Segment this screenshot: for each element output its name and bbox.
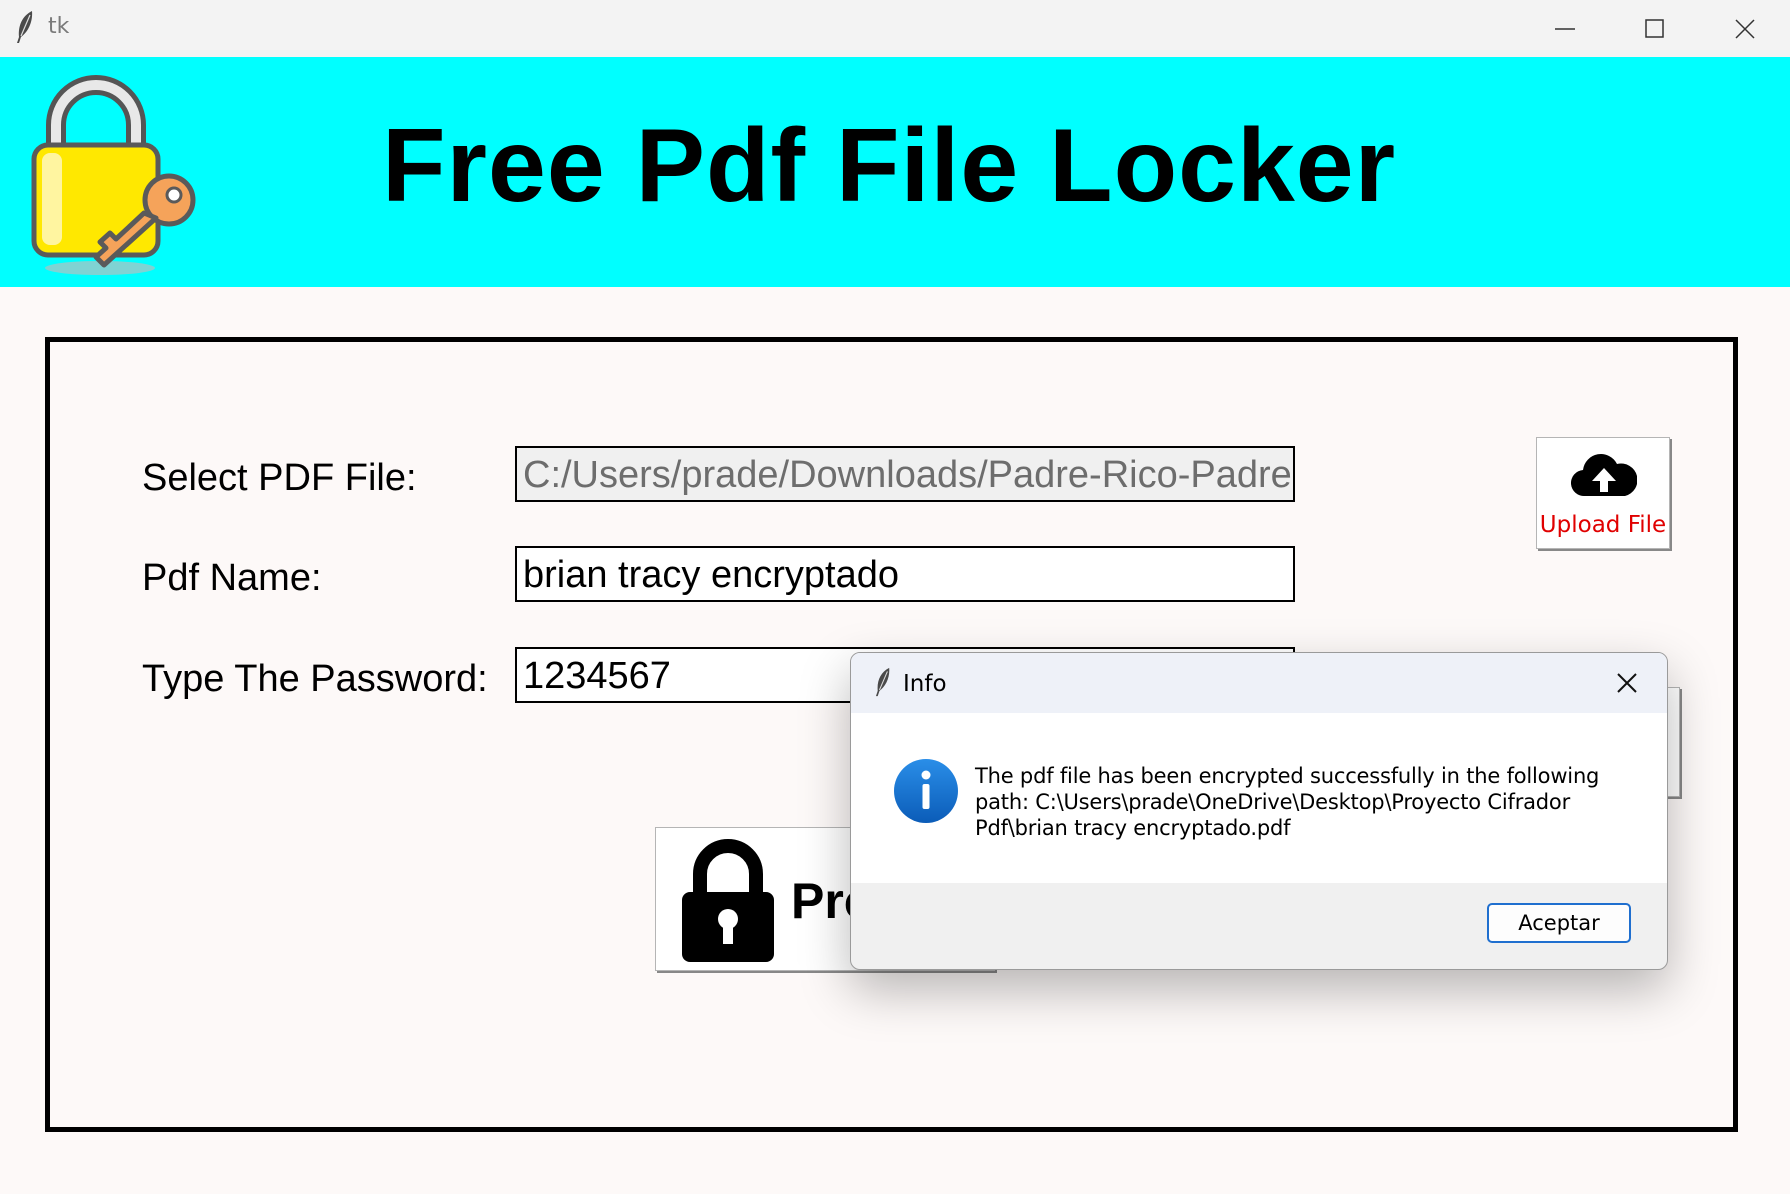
maximize-button[interactable] (1610, 0, 1700, 57)
close-button[interactable] (1700, 0, 1790, 57)
padlock-key-icon (28, 73, 203, 283)
pdf-name-label: Pdf Name: (142, 557, 322, 599)
maximize-icon (1645, 19, 1664, 38)
upload-file-label: Upload File (1539, 512, 1667, 538)
select-file-label: Select PDF File: (142, 457, 417, 499)
app-title: Free Pdf File Locker (382, 108, 1397, 224)
cloud-upload-icon (1571, 454, 1637, 497)
pdf-name-input[interactable]: brian tracy encryptado (515, 546, 1295, 602)
upload-file-button[interactable]: Upload File (1536, 437, 1670, 549)
aceptar-button[interactable]: Aceptar (1487, 903, 1631, 943)
info-dialog: Info The pdf file has been encrypted suc… (850, 652, 1668, 970)
padlock-icon (682, 839, 774, 962)
info-icon (893, 758, 959, 829)
close-icon (1735, 19, 1755, 39)
password-label: Type The Password: (142, 658, 488, 700)
window-titlebar: tk (0, 0, 1790, 58)
dialog-close-button[interactable] (1615, 671, 1639, 700)
feather-icon (14, 10, 36, 49)
dialog-body: The pdf file has been encrypted successf… (851, 713, 1667, 883)
feather-icon (873, 667, 893, 702)
dialog-titlebar: Info (851, 653, 1667, 713)
file-path-field[interactable]: C:/Users/prade/Downloads/Padre-Rico-Padr… (515, 446, 1295, 502)
minimize-button[interactable] (1520, 0, 1610, 57)
window-title: tk (48, 14, 70, 39)
close-icon (1617, 673, 1637, 693)
app-header: Free Pdf File Locker (0, 57, 1790, 287)
dialog-message: The pdf file has been encrypted successf… (975, 764, 1600, 840)
dialog-title: Info (903, 671, 947, 697)
minimize-icon (1555, 28, 1575, 30)
